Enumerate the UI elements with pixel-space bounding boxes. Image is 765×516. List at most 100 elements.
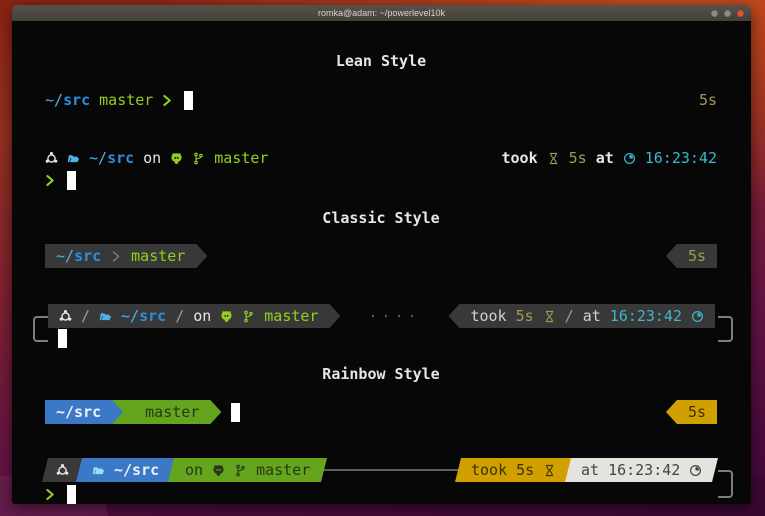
text-cursor (67, 485, 76, 504)
section-title-lean: Lean Style (45, 51, 717, 71)
lean-prompt-2-line-1: ~/src on master took 5s at 16:23:42 (45, 148, 717, 168)
on-label: on (185, 460, 203, 480)
lean-prompt-1: ~/src master 5s (45, 90, 717, 110)
git-segment: on master (168, 458, 327, 482)
folder-icon (67, 152, 80, 165)
folder-icon (92, 464, 105, 477)
on-label: on (193, 306, 211, 326)
git-branch-icon (242, 310, 255, 323)
text-cursor (231, 403, 240, 422)
rainbow-prompt-1: ~/src master 5s (45, 400, 717, 424)
git-branch-name: master (131, 246, 185, 266)
rainbow-duration-segment: 5s (666, 400, 717, 424)
took-label: took (502, 148, 538, 168)
classic-title-text: Classic Style (322, 208, 439, 228)
gap-dots: ···· (340, 306, 448, 326)
dir-prefix: ~/ (121, 306, 139, 326)
github-octocat-icon (220, 310, 233, 323)
dir-name: src (63, 90, 90, 110)
duration-value: 5s (516, 460, 534, 480)
clock-icon (691, 310, 704, 323)
took-label: took (471, 460, 507, 480)
dir-prefix: ~/ (45, 90, 63, 110)
git-branch-icon (192, 152, 205, 165)
time-segment: at 16:23:42 (565, 458, 718, 482)
prompt-frame-right (718, 470, 733, 498)
section-title-classic: Classic Style (45, 208, 717, 228)
dir-name: src (107, 148, 134, 168)
segment-slash-separator: / (175, 306, 184, 326)
classic-prompt-1: ~/src master 5s (45, 244, 717, 268)
lean-title-text: Lean Style (336, 51, 426, 71)
time-value: 16:23:42 (610, 306, 682, 326)
git-branch-name: master (264, 306, 318, 326)
time-value: 16:23:42 (645, 148, 717, 168)
terminal-content: Lean Style ~/src master 5s ~/src on mast… (12, 21, 751, 504)
ubuntu-logo-icon (45, 152, 58, 165)
segment-slash-separator: / (565, 306, 574, 326)
clock-icon (689, 464, 702, 477)
dir-prefix: ~/ (56, 246, 74, 266)
lean-prompt-2-line-2 (45, 171, 717, 190)
segment-chevron-icon (110, 248, 122, 265)
close-button[interactable] (737, 10, 744, 17)
at-label: at (583, 306, 601, 326)
prompt-frame-left (33, 316, 48, 342)
duration-segment: took 5s (455, 458, 572, 482)
classic-prompt-2-line-2 (58, 329, 717, 348)
dir-prefix: ~/ (89, 148, 107, 168)
segment-connector-line (322, 469, 459, 471)
folder-icon (99, 310, 112, 323)
rainbow-prompt-2-line-2 (45, 485, 717, 504)
classic-left-segment: ~/src master (45, 244, 207, 268)
prompt-chevron-icon (45, 174, 58, 187)
window-buttons (711, 10, 744, 17)
on-label: on (143, 148, 161, 168)
at-label: at (581, 460, 599, 480)
dir-path: ~/src (56, 402, 101, 422)
dir-segment: ~/src (76, 458, 175, 482)
text-cursor (184, 91, 193, 110)
github-octocat-icon (212, 464, 225, 477)
git-branch-icon (234, 464, 247, 477)
hourglass-icon (543, 464, 556, 477)
minimize-button[interactable] (711, 10, 718, 17)
dir-name: src (139, 306, 166, 326)
prompt-chevron-icon (45, 488, 58, 501)
hourglass-icon (543, 310, 556, 323)
git-branch-name: master (256, 460, 310, 480)
classic-prompt-2-line-1: / ~/src / on master ···· took 5s / at 16 (48, 304, 715, 328)
classic-right-segment: took 5s / at 16:23:42 (448, 304, 715, 328)
segment-slash-separator: / (81, 306, 90, 326)
window-title: romka@adam: ~/powerlevel10k (318, 5, 445, 21)
rainbow-branch-segment: master (112, 400, 221, 424)
text-cursor (67, 171, 76, 190)
git-branch-name: master (99, 90, 153, 110)
rainbow-title-text: Rainbow Style (322, 364, 439, 384)
git-branch-name: master (214, 148, 268, 168)
terminal-window[interactable]: Lean Style ~/src master 5s ~/src on mast… (12, 5, 751, 504)
ubuntu-logo-icon (56, 464, 69, 477)
rainbow-dir-segment: ~/src (45, 400, 123, 424)
rainbow-prompt-2-line-1: ~/src on master took 5s at 16:23:42 (45, 458, 715, 482)
text-cursor (58, 329, 67, 348)
titlebar[interactable]: romka@adam: ~/powerlevel10k (12, 5, 751, 21)
at-label: at (596, 148, 614, 168)
git-branch-name: master (145, 402, 199, 422)
duration-badge: 5s (699, 90, 717, 110)
prompt-chevron-icon (162, 94, 175, 107)
maximize-button[interactable] (724, 10, 731, 17)
duration-value: 5s (516, 306, 534, 326)
time-value: 16:23:42 (608, 460, 680, 480)
dir-path: ~/src (114, 460, 159, 480)
classic-left-segment: / ~/src / on master (48, 304, 340, 328)
desktop: Lean Style ~/src master 5s ~/src on mast… (0, 0, 765, 516)
duration-badge: 5s (688, 402, 706, 422)
duration-value: 5s (569, 148, 587, 168)
duration-badge: 5s (688, 246, 706, 266)
github-octocat-icon (170, 152, 183, 165)
classic-right-segment: 5s (666, 244, 717, 268)
took-label: took (470, 306, 506, 326)
section-title-rainbow: Rainbow Style (45, 364, 717, 384)
prompt-frame-right (718, 316, 733, 342)
